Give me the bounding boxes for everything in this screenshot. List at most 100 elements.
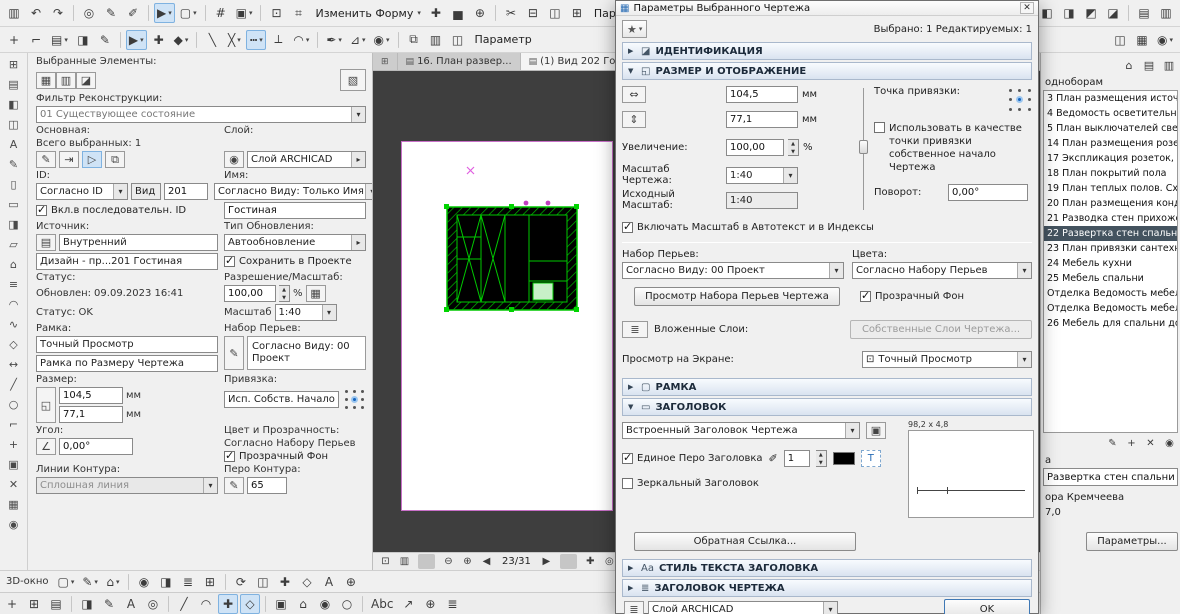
line-tool-icon[interactable]: ╱: [2, 375, 26, 394]
navigator-item[interactable]: 5 План выключателей света: [1044, 121, 1177, 136]
label-tool-icon[interactable]: ✎: [2, 155, 26, 174]
magnification-stepper[interactable]: ▲ ▼: [788, 139, 799, 156]
layer-combo[interactable]: Слой ARCHICAD: [247, 151, 366, 168]
printer-icon[interactable]: ▥: [56, 71, 76, 89]
width-input[interactable]: [59, 387, 123, 404]
zoom-icon[interactable]: ⊕: [470, 3, 490, 23]
separator[interactable]: [559, 554, 577, 569]
separator[interactable]: [148, 5, 149, 21]
snap-guides-icon[interactable]: ▣: [233, 3, 256, 23]
scale-slider[interactable]: [859, 88, 868, 210]
section-tool-icon[interactable]: ✕: [2, 475, 26, 494]
dimension-tool-icon[interactable]: ↔: [2, 355, 26, 374]
separator[interactable]: [168, 595, 169, 612]
home-icon[interactable]: ⌂: [1120, 57, 1138, 74]
title-pen-stepper[interactable]: ▲ ▼: [815, 450, 827, 467]
pages-icon[interactable]: ▥: [396, 554, 413, 569]
navigator-params-button[interactable]: Параметры...: [1086, 532, 1178, 551]
navigator-item[interactable]: 14 План размещения розеток и эле: [1044, 136, 1177, 151]
separator[interactable]: [317, 31, 319, 48]
separator[interactable]: [260, 5, 262, 21]
quick-options-icon[interactable]: ◧: [1037, 3, 1057, 23]
eye-icon[interactable]: ◉: [224, 151, 244, 168]
separator[interactable]: [204, 5, 206, 21]
eyedropper-icon[interactable]: ✐: [123, 3, 143, 23]
column-tool-icon[interactable]: ▯: [2, 175, 26, 194]
circle2-icon[interactable]: ○: [337, 594, 357, 614]
id-value-input[interactable]: [164, 183, 208, 200]
zoom-in-icon[interactable]: ⊕: [459, 554, 476, 569]
separator[interactable]: [494, 5, 496, 21]
separator[interactable]: [397, 31, 399, 48]
mirror-title-checkbox[interactable]: Зеркальный Заголовок: [622, 478, 759, 489]
layout-book-icon[interactable]: ⊞: [567, 3, 587, 23]
guide-lines-icon[interactable]: ⊡: [266, 3, 286, 23]
screen-preview-combo[interactable]: ⊡ Точный Просмотр: [862, 351, 1032, 368]
arc2-icon[interactable]: ◠: [196, 594, 216, 614]
navigator-item[interactable]: 21 Разводка стен прихожей: [1044, 211, 1177, 226]
next-page-icon[interactable]: ▶: [538, 554, 555, 569]
parameter-menu-2[interactable]: Параметр: [470, 30, 537, 50]
separator[interactable]: [265, 595, 266, 612]
relative-coords-icon[interactable]: ◇: [240, 593, 260, 614]
chart-icon[interactable]: ▅: [448, 3, 468, 23]
beam-tool-icon[interactable]: ▭: [2, 195, 26, 214]
scissors-icon[interactable]: ✂: [501, 3, 521, 23]
transfer-settings-icon[interactable]: ⇥: [59, 151, 79, 168]
ruler-icon[interactable]: ▤: [46, 594, 66, 614]
grid-display-icon[interactable]: ⊞: [24, 594, 44, 614]
section-title-text-style[interactable]: ▶ Аа СТИЛЬ ТЕКСТА ЗАГОЛОВКА: [622, 559, 1032, 577]
nav-settings-icon[interactable]: ◉: [1161, 435, 1178, 451]
section-drawing-title[interactable]: ▶ ≣ ЗАГОЛОВОК ЧЕРТЕЖА: [622, 579, 1032, 597]
split-icon[interactable]: ⊟: [523, 3, 543, 23]
frame-mode-row[interactable]: Точный Просмотр: [36, 336, 218, 353]
line-icon[interactable]: ╲: [202, 30, 222, 50]
drawing-scale-combo[interactable]: 1:40: [726, 166, 798, 184]
drawing-width-input[interactable]: [726, 86, 798, 103]
text2-icon[interactable]: A: [319, 572, 339, 592]
copy-settings-icon[interactable]: ⧉: [105, 151, 125, 168]
duplicate-icon[interactable]: ⧉: [404, 30, 424, 50]
tab-overview-button[interactable]: ⊞: [373, 53, 398, 70]
organizer-icon[interactable]: ◩: [1081, 3, 1101, 23]
slider-handle[interactable]: [859, 140, 868, 154]
separator[interactable]: [1128, 5, 1129, 21]
door-tool-icon[interactable]: ◫: [2, 115, 26, 134]
anchor-mode-row[interactable]: Исп. Собств. Начало: [224, 390, 339, 408]
folder-new-icon[interactable]: ▥: [1160, 57, 1178, 74]
penset-preview-button[interactable]: Просмотр Набора Перьев Чертежа: [634, 287, 840, 306]
prev-page-icon[interactable]: ◀: [478, 554, 495, 569]
panels-icon[interactable]: ◫: [545, 3, 565, 23]
navigator-item[interactable]: 26 Мебель для спальни дочери: [1044, 316, 1177, 331]
pen-color-icon[interactable]: ✒: [323, 30, 345, 50]
anchor-pen-icon[interactable]: ◆: [171, 30, 192, 50]
grid-snap-icon[interactable]: #: [211, 3, 231, 23]
folder-up-icon[interactable]: ▤: [1140, 57, 1158, 74]
diagonal-icon[interactable]: ╱: [174, 594, 194, 614]
grid2-icon[interactable]: ⊞: [200, 572, 220, 592]
penset-value-box[interactable]: Согласно Виду: 00 Проект: [247, 336, 366, 370]
polyline-tool-icon[interactable]: ⌐: [2, 415, 26, 434]
slab-tool-icon[interactable]: ▱: [2, 235, 26, 254]
library-manager-icon[interactable]: ▤: [1134, 3, 1154, 23]
section-title[interactable]: ▼ ▭ ЗАГОЛОВОК: [622, 398, 1032, 416]
teamwork-icon[interactable]: ◪: [76, 71, 96, 89]
navigator-item[interactable]: Отделка Ведомость мебели для д: [1044, 301, 1177, 316]
target-icon[interactable]: ◎: [143, 594, 163, 614]
navigator-item[interactable]: 17 Экспликация розеток, выключат: [1044, 151, 1177, 166]
rotation-input[interactable]: [948, 184, 1028, 201]
nav-edit-icon[interactable]: ✎: [1104, 435, 1121, 451]
title-preview-fit-icon[interactable]: ▣: [866, 422, 886, 439]
separator[interactable]: [127, 573, 129, 590]
corner-icon[interactable]: ⌐: [26, 30, 46, 50]
info-icon[interactable]: ▥: [1156, 3, 1176, 23]
window-icon[interactable]: ◫: [448, 30, 468, 50]
resolution-input[interactable]: [224, 285, 276, 302]
layers2-icon[interactable]: ≣: [178, 572, 198, 592]
organizer2-icon[interactable]: ▦: [1132, 30, 1152, 50]
zoom-out-icon[interactable]: ⊖: [440, 554, 457, 569]
title-pen-color-swatch[interactable]: [832, 452, 855, 465]
builtin-title-combo[interactable]: Встроенный Заголовок Чертежа: [622, 422, 860, 439]
nav-delete-icon[interactable]: ✕: [1142, 435, 1159, 451]
trace-reference-icon[interactable]: ◨: [77, 594, 97, 614]
